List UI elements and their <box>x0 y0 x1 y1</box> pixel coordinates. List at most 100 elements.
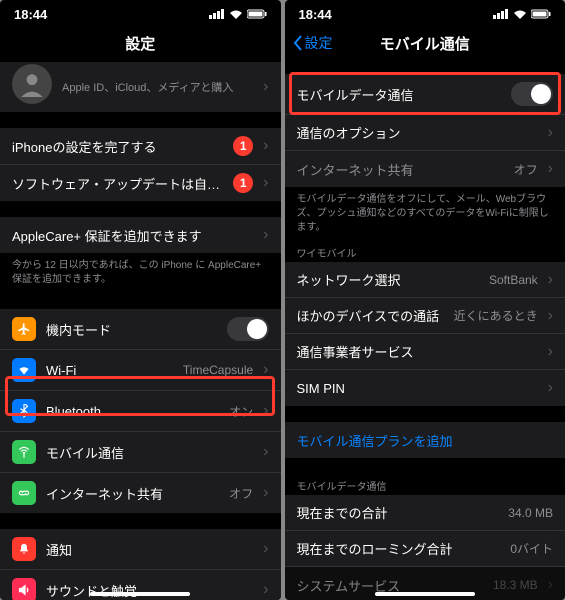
cell-value: オフ <box>229 485 253 502</box>
cell-label: Wi-Fi <box>46 363 173 378</box>
cell-label: 通信のオプション <box>297 123 538 142</box>
cell-label: 機内モード <box>46 320 217 339</box>
chevron-right-icon: › <box>548 379 553 397</box>
data-usage-header: モバイルデータ通信 <box>285 474 565 495</box>
chevron-right-icon: › <box>548 271 553 289</box>
wifi-icon <box>12 358 36 382</box>
airplane-icon <box>12 317 36 341</box>
chevron-right-icon: › <box>548 576 553 594</box>
scroll-area[interactable]: Apple ID、iCloud、メディアと購入 › iPhoneの設定を完了する… <box>0 58 281 600</box>
settings-root-screen: 18:44 設定 Apple ID、iCloud、メディアと購入 › iPhon… <box>0 0 281 600</box>
chevron-right-icon: › <box>548 343 553 361</box>
software-update-cell[interactable]: ソフトウェア・アップデートは自動… 1 › <box>0 165 281 201</box>
status-bar: 18:44 <box>285 0 565 28</box>
home-indicator[interactable] <box>375 592 475 596</box>
chevron-right-icon: › <box>263 226 268 244</box>
cell-label: サウンドと触覚 <box>46 581 253 600</box>
bluetooth-icon <box>12 399 36 423</box>
cell-label: SIM PIN <box>297 381 538 396</box>
sim-pin-cell[interactable]: SIM PIN › <box>285 370 565 406</box>
cell-label: 通知 <box>46 540 253 559</box>
chevron-right-icon: › <box>548 307 553 325</box>
ymobile-header: ワイモバイル <box>285 241 565 262</box>
cell-label: インターネット共有 <box>297 160 504 179</box>
cellular-cell[interactable]: モバイル通信 › <box>0 432 281 473</box>
cell-label: インターネット共有 <box>46 484 219 503</box>
bell-icon <box>12 537 36 561</box>
cell-label: ソフトウェア・アップデートは自動… <box>12 174 223 193</box>
airplane-toggle[interactable] <box>227 317 269 341</box>
chevron-right-icon: › <box>263 484 268 502</box>
status-indicators <box>493 9 551 19</box>
chevron-right-icon: › <box>263 78 268 96</box>
avatar-icon <box>12 64 52 104</box>
apple-id-sub: Apple ID、iCloud、メディアと購入 <box>62 79 253 95</box>
nav-title: 設定 <box>125 33 155 54</box>
link-icon <box>12 481 36 505</box>
cell-label: モバイル通信プランを追加 <box>297 431 554 450</box>
cell-value: 34.0 MB <box>508 506 553 520</box>
chevron-right-icon: › <box>263 137 268 155</box>
carrier-services-cell[interactable]: 通信事業者サービス › <box>285 334 565 370</box>
nav-back-label: 設定 <box>305 33 333 53</box>
notifications-cell[interactable]: 通知 › <box>0 529 281 570</box>
cell-label: ほかのデバイスでの通話 <box>297 306 444 325</box>
cell-value: オン <box>229 403 253 420</box>
cell-label: AppleCare+ 保証を追加できます <box>12 226 253 245</box>
cell-label: 通信事業者サービス <box>297 342 538 361</box>
chevron-right-icon: › <box>263 361 268 379</box>
other-devices-cell[interactable]: ほかのデバイスでの通話 近くにあるとき › <box>285 298 565 334</box>
applecare-footer: 今から 12 日以内であれば、この iPhone に AppleCare+ 保証… <box>0 253 281 293</box>
complete-setup-cell[interactable]: iPhoneの設定を完了する 1 › <box>0 128 281 165</box>
apple-id-cell[interactable]: Apple ID、iCloud、メディアと購入 › <box>0 62 281 112</box>
options-cell[interactable]: 通信のオプション › <box>285 115 565 151</box>
chevron-right-icon: › <box>263 581 268 599</box>
nav-back-button[interactable]: 設定 <box>293 33 333 53</box>
bluetooth-cell[interactable]: Bluetooth オン › <box>0 391 281 432</box>
antenna-icon <box>12 440 36 464</box>
applecare-cell[interactable]: AppleCare+ 保証を追加できます › <box>0 217 281 253</box>
nav-title: モバイル通信 <box>380 33 470 54</box>
airplane-mode-cell[interactable]: 機内モード <box>0 309 281 350</box>
chevron-right-icon: › <box>263 443 268 461</box>
cell-label: Bluetooth <box>46 404 219 419</box>
cell-value: オフ <box>514 161 538 178</box>
chevron-right-icon: › <box>263 402 268 420</box>
cell-value: 近くにあるとき <box>454 307 538 324</box>
cell-label: iPhoneの設定を完了する <box>12 137 223 156</box>
cell-label: ネットワーク選択 <box>297 270 479 289</box>
cellular-settings-screen: 18:44 設定 モバイル通信 モバイルデータ通信 通信のオプション › インタ… <box>285 0 565 600</box>
speaker-icon <box>12 578 36 600</box>
badge: 1 <box>233 173 253 193</box>
status-time: 18:44 <box>299 7 332 22</box>
home-indicator[interactable] <box>90 592 190 596</box>
hotspot-cell[interactable]: インターネット共有 オフ › <box>285 151 565 187</box>
chevron-right-icon: › <box>548 124 553 142</box>
hotspot-cell[interactable]: インターネット共有 オフ › <box>0 473 281 513</box>
cellular-data-cell[interactable]: モバイルデータ通信 <box>285 74 565 115</box>
status-bar: 18:44 <box>0 0 281 28</box>
cell-value: 18.3 MB <box>493 578 538 592</box>
cell-value: SoftBank <box>489 273 538 287</box>
nav-bar: 設定 モバイル通信 <box>285 28 565 58</box>
chevron-right-icon: › <box>263 540 268 558</box>
wifi-cell[interactable]: Wi-Fi TimeCapsule › <box>0 350 281 391</box>
roaming-total-cell: 現在までのローミング合計 0バイト <box>285 531 565 567</box>
cell-label: モバイルデータ通信 <box>297 85 502 104</box>
cellular-data-toggle[interactable] <box>511 82 553 106</box>
cell-value: 0バイト <box>510 540 553 557</box>
cell-value: TimeCapsule <box>183 363 253 377</box>
cell-label: 現在までのローミング合計 <box>297 539 501 558</box>
scroll-area[interactable]: モバイルデータ通信 通信のオプション › インターネット共有 オフ › モバイル… <box>285 58 565 600</box>
badge: 1 <box>233 136 253 156</box>
add-plan-cell[interactable]: モバイル通信プランを追加 <box>285 422 565 458</box>
data-off-footer: モバイルデータ通信をオフにして、メール、Webブラウズ、プッシュ通知などのすべて… <box>285 187 565 241</box>
chevron-right-icon: › <box>548 160 553 178</box>
network-select-cell[interactable]: ネットワーク選択 SoftBank › <box>285 262 565 298</box>
current-total-cell: 現在までの合計 34.0 MB <box>285 495 565 531</box>
cell-label: モバイル通信 <box>46 443 253 462</box>
cell-label: 現在までの合計 <box>297 503 499 522</box>
status-indicators <box>209 9 267 19</box>
status-time: 18:44 <box>14 7 47 22</box>
chevron-right-icon: › <box>263 174 268 192</box>
